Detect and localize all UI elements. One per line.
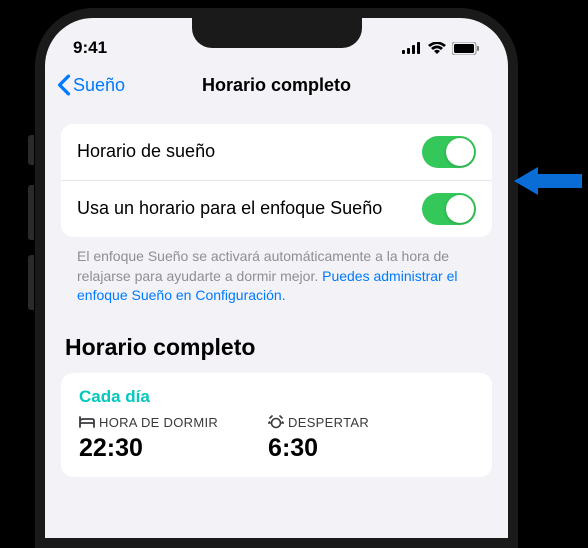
phone-screen: 9:41 Sueño Horario completo Horario de s… bbox=[45, 18, 508, 538]
nav-bar: Sueño Horario completo bbox=[45, 66, 508, 106]
footer-text: El enfoque Sueño se activará automáticam… bbox=[61, 237, 492, 306]
wake-value: 6:30 bbox=[268, 434, 369, 463]
wifi-icon bbox=[428, 42, 446, 54]
sleep-schedule-label: Horario de sueño bbox=[77, 140, 422, 163]
bedtime-label: HORA DE DORMIR bbox=[99, 415, 218, 430]
use-focus-toggle[interactable] bbox=[422, 193, 476, 225]
wake-label: DESPERTAR bbox=[288, 415, 369, 430]
bedtime-value: 22:30 bbox=[79, 434, 218, 463]
settings-card: Horario de sueño Usa un horario para el … bbox=[61, 124, 492, 237]
sleep-schedule-row: Horario de sueño bbox=[61, 124, 492, 180]
status-icons bbox=[402, 42, 480, 55]
battery-icon bbox=[452, 42, 480, 55]
use-focus-label: Usa un horario para el enfoque Sueño bbox=[77, 197, 422, 220]
sleep-schedule-toggle[interactable] bbox=[422, 136, 476, 168]
cellular-icon bbox=[402, 42, 422, 54]
alarm-icon bbox=[268, 415, 284, 429]
page-title: Horario completo bbox=[202, 75, 351, 96]
callout-arrow-icon bbox=[512, 163, 582, 199]
schedule-card[interactable]: Cada día HORA DE DORMIR 22:30 DESPERTAR bbox=[61, 373, 492, 477]
section-heading: Horario completo bbox=[61, 306, 492, 373]
back-button[interactable]: Sueño bbox=[57, 74, 125, 96]
status-time: 9:41 bbox=[73, 38, 107, 58]
bed-icon bbox=[79, 416, 95, 428]
back-label: Sueño bbox=[73, 75, 125, 96]
schedule-frequency: Cada día bbox=[79, 387, 474, 407]
wake-col: DESPERTAR 6:30 bbox=[268, 415, 369, 463]
chevron-left-icon bbox=[57, 74, 71, 96]
notch bbox=[192, 18, 362, 48]
use-focus-row: Usa un horario para el enfoque Sueño bbox=[61, 180, 492, 237]
phone-frame: 9:41 Sueño Horario completo Horario de s… bbox=[35, 8, 518, 548]
bedtime-col: HORA DE DORMIR 22:30 bbox=[79, 415, 218, 463]
